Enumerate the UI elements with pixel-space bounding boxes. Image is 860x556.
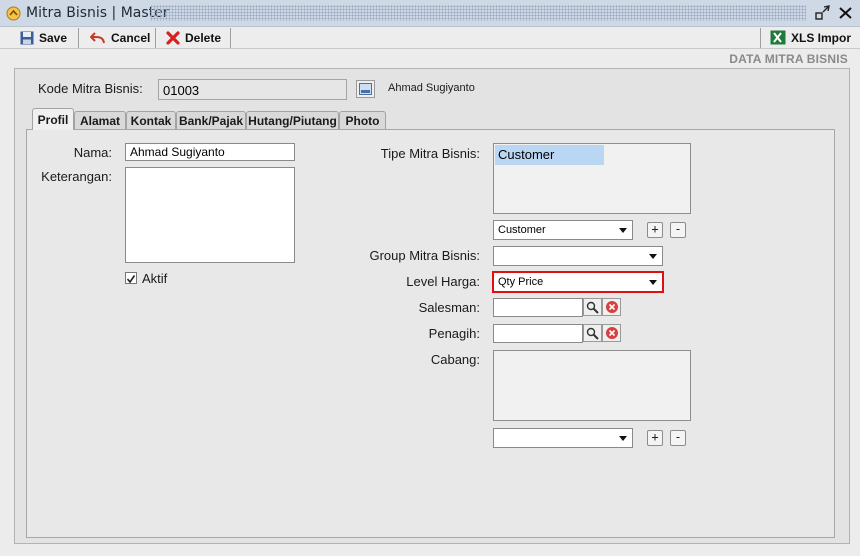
title-bar: Mitra Bisnis | Master — [0, 0, 860, 27]
window-title: Mitra Bisnis | Master — [26, 5, 169, 21]
tab-bank-pajak[interactable]: Bank/Pajak — [176, 111, 246, 130]
level-harga-select[interactable]: Qty Price — [492, 271, 664, 293]
keterangan-field[interactable] — [125, 167, 295, 263]
tab-kontak[interactable]: Kontak — [126, 111, 176, 130]
cabang-remove-button[interactable]: - — [670, 430, 686, 446]
clear-icon — [605, 301, 618, 313]
tab-label: Hutang/Piutang — [248, 114, 337, 128]
dropdown-arrow-icon — [649, 280, 657, 285]
penagih-clear-button[interactable] — [602, 324, 621, 342]
salesman-field[interactable] — [493, 298, 583, 317]
delete-label: Delete — [185, 30, 222, 45]
save-button[interactable]: Save — [12, 27, 75, 48]
tipe-label: Tipe Mitra Bisnis: — [380, 146, 480, 161]
xls-import-button[interactable]: XLS Impor — [762, 27, 859, 48]
toolbar-divider — [78, 28, 79, 48]
cancel-button[interactable]: Cancel — [82, 27, 158, 48]
save-icon — [20, 31, 34, 44]
clear-icon — [605, 327, 618, 339]
tipe-select[interactable]: Customer — [493, 220, 633, 240]
keterangan-label: Keterangan: — [41, 169, 112, 184]
lookup-button[interactable] — [356, 80, 375, 98]
cabang-select[interactable] — [493, 428, 633, 448]
tab-label: Profil — [37, 112, 69, 127]
nama-label: Nama: — [73, 145, 112, 160]
undo-icon — [90, 31, 105, 43]
excel-icon — [770, 30, 786, 45]
tipe-select-value: Customer — [498, 224, 546, 236]
toolbar: Save Cancel Delete XLS Impor — [0, 27, 860, 49]
section-title: DATA MITRA BISNIS — [729, 52, 848, 66]
app-icon — [6, 6, 21, 21]
penagih-label: Penagih: — [428, 326, 480, 341]
salesman-label: Salesman: — [418, 300, 480, 315]
penagih-field[interactable] — [493, 324, 583, 343]
level-harga-label: Level Harga: — [406, 274, 480, 289]
aktif-checkbox[interactable] — [125, 272, 137, 284]
tab-label: Photo — [345, 114, 380, 128]
salesman-clear-button[interactable] — [602, 298, 621, 316]
dropdown-arrow-icon — [619, 228, 627, 233]
cancel-label: Cancel — [111, 30, 151, 45]
tipe-add-button[interactable]: + — [647, 222, 663, 238]
tipe-list-item[interactable]: Customer — [495, 145, 604, 165]
nama-field[interactable]: Ahmad Sugiyanto — [125, 143, 295, 161]
partner-name-display: Ahmad Sugiyanto — [388, 82, 475, 94]
title-grip — [150, 5, 806, 21]
cabang-label: Cabang: — [430, 352, 480, 367]
kode-field[interactable]: 01003 — [158, 79, 347, 100]
tab-alamat[interactable]: Alamat — [74, 111, 126, 130]
group-select[interactable] — [493, 246, 663, 266]
dropdown-arrow-icon — [619, 436, 627, 441]
tipe-listbox[interactable]: Customer — [493, 143, 691, 214]
level-harga-value: Qty Price — [498, 276, 544, 288]
dropdown-arrow-icon — [649, 254, 657, 259]
tab-profil[interactable]: Profil — [32, 108, 74, 130]
close-icon[interactable] — [836, 4, 855, 22]
delete-button[interactable]: Delete — [158, 27, 229, 48]
toolbar-divider — [230, 28, 231, 48]
penagih-search-button[interactable] — [583, 324, 602, 342]
search-icon — [586, 301, 599, 314]
tab-label: Kontak — [130, 114, 172, 128]
salesman-search-button[interactable] — [583, 298, 602, 316]
tab-hutang-piutang[interactable]: Hutang/Piutang — [246, 111, 339, 130]
cabang-listbox[interactable] — [493, 350, 691, 421]
delete-icon — [166, 30, 180, 45]
save-label: Save — [39, 30, 68, 45]
xls-import-label: XLS Impor — [791, 30, 852, 45]
cabang-add-button[interactable]: + — [647, 430, 663, 446]
toolbar-divider — [155, 28, 156, 48]
group-label: Group Mitra Bisnis: — [369, 248, 480, 263]
tab-photo[interactable]: Photo — [339, 111, 386, 130]
toolbar-divider — [760, 28, 761, 48]
kode-label: Kode Mitra Bisnis: — [38, 81, 143, 96]
lookup-icon — [359, 83, 372, 95]
tipe-remove-button[interactable]: - — [670, 222, 686, 238]
tab-label: Bank/Pajak — [178, 114, 244, 128]
search-icon — [586, 327, 599, 340]
restore-icon[interactable] — [813, 4, 832, 22]
check-icon — [126, 275, 136, 284]
tab-label: Alamat — [79, 114, 120, 128]
aktif-label: Aktif — [142, 271, 168, 286]
